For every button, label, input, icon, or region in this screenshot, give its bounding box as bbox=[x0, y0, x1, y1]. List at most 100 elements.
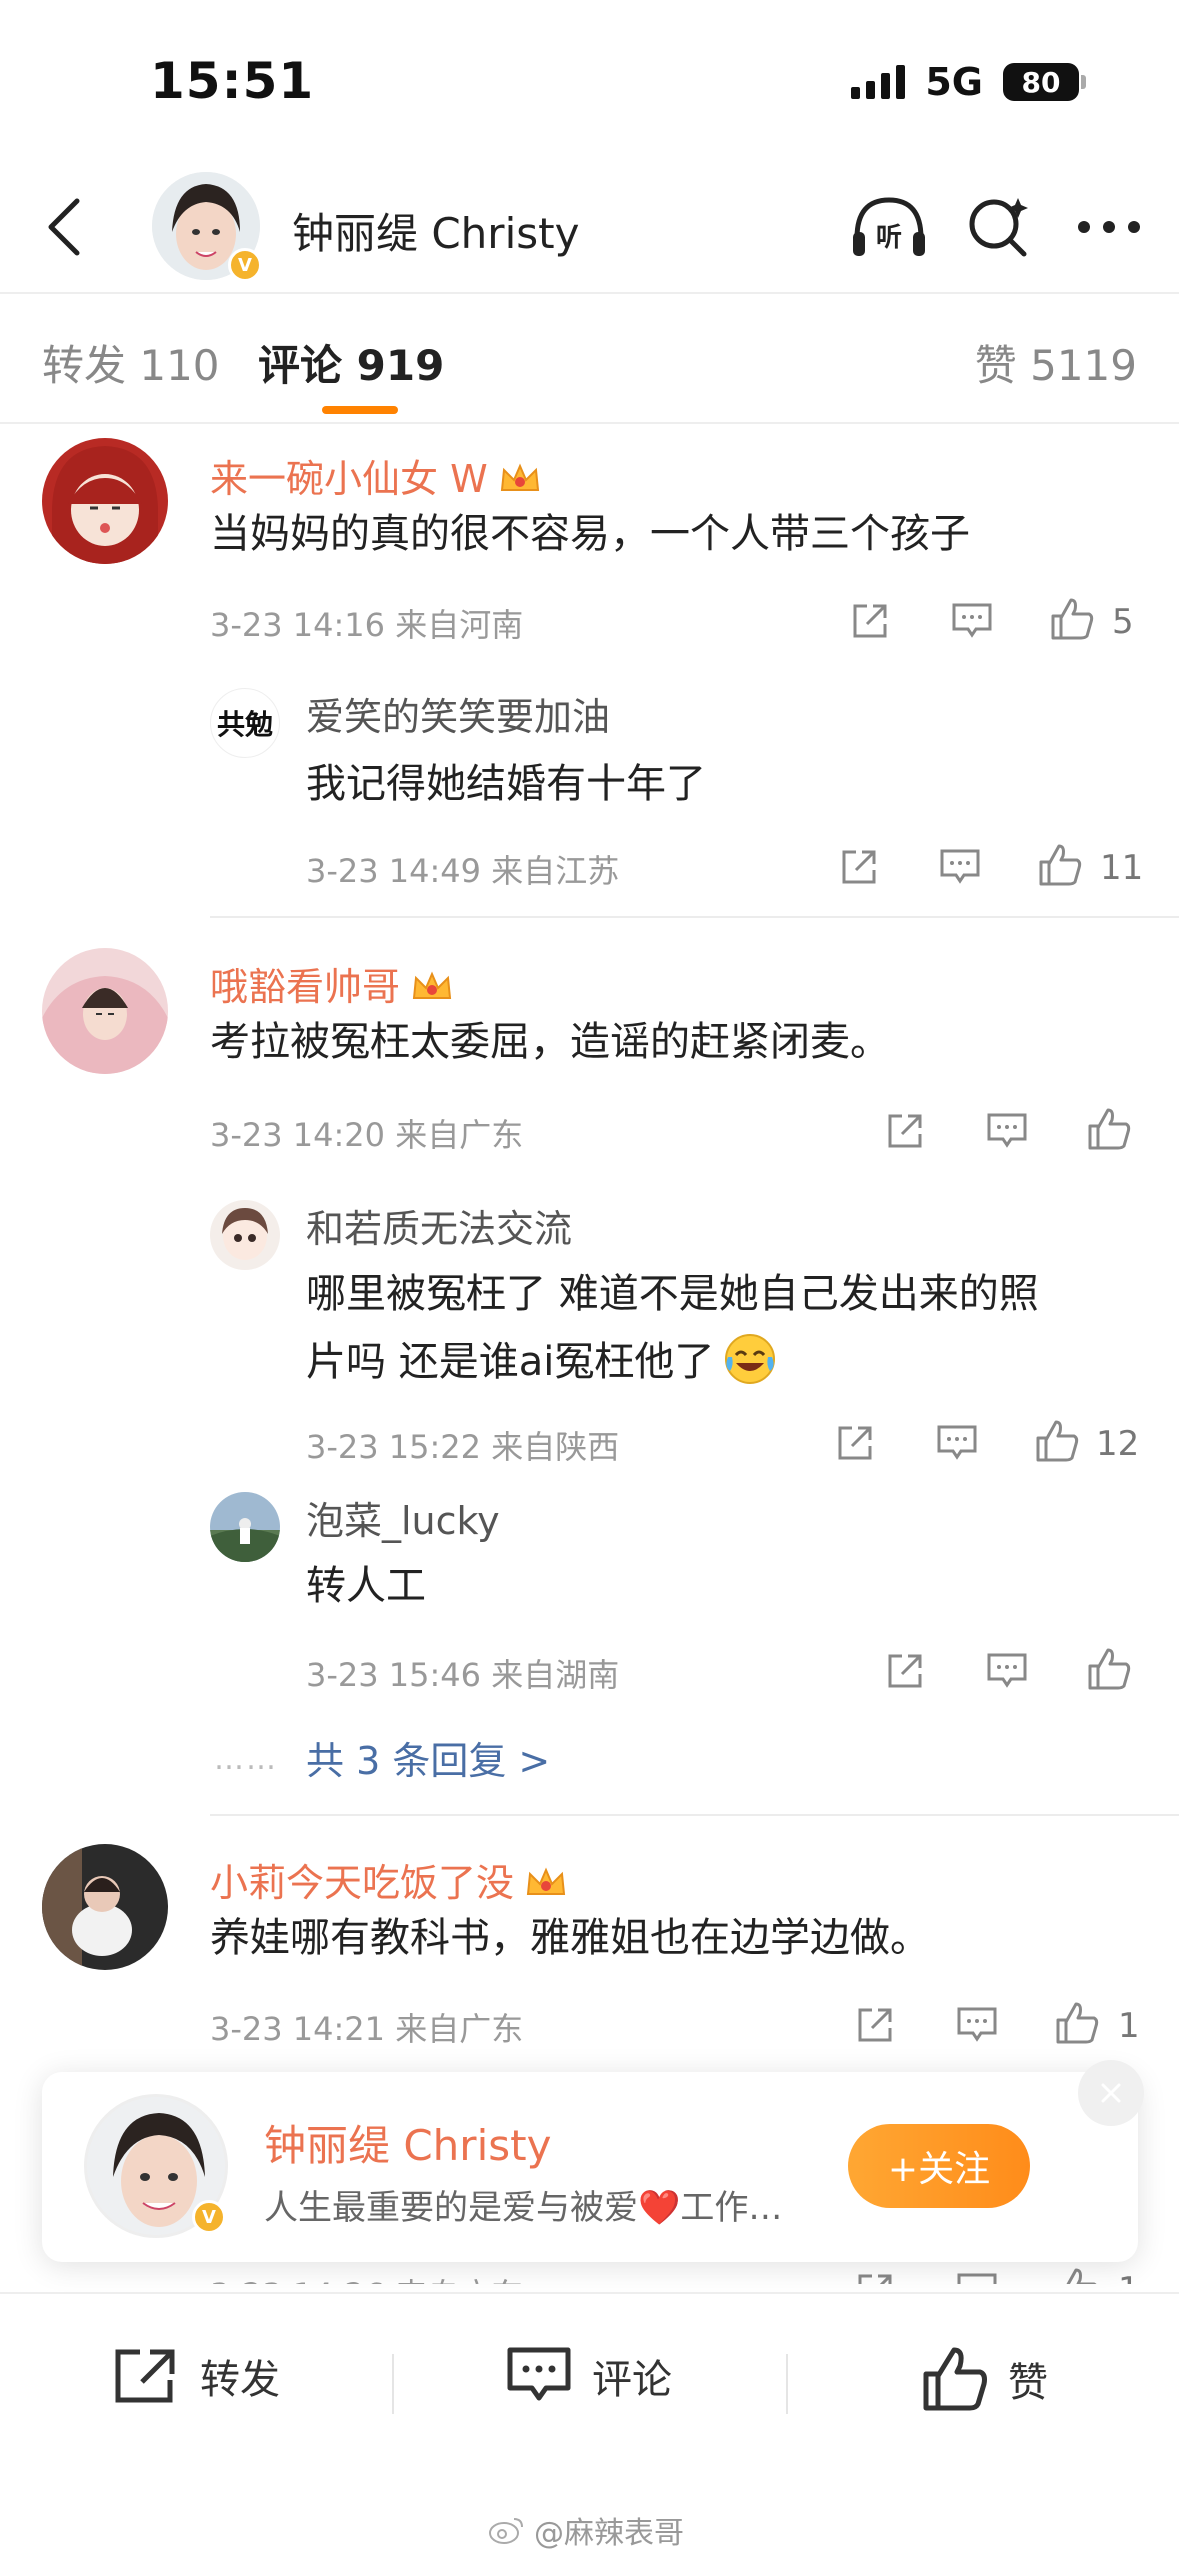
separator bbox=[786, 2354, 788, 2414]
commenter-avatar[interactable] bbox=[42, 1844, 168, 1970]
comment-icon bbox=[940, 849, 980, 884]
reply-button[interactable] bbox=[982, 1646, 1032, 1696]
status-indicators: 5G 80 bbox=[851, 60, 1086, 104]
status-time: 15:51 bbox=[150, 52, 315, 110]
replier-avatar[interactable] bbox=[210, 1200, 280, 1270]
like-label: 赞 bbox=[1008, 2360, 1048, 2406]
like-count: 1 bbox=[1118, 2270, 1140, 2284]
avatar-image bbox=[210, 1492, 280, 1562]
tab-repost[interactable]: 转发 110 bbox=[42, 332, 220, 393]
comment-text: 当妈妈的真的很不容易，一个人带三个孩子 bbox=[210, 511, 970, 557]
replier-avatar[interactable] bbox=[210, 1492, 280, 1562]
follow-card-name[interactable]: 钟丽缇 Christy bbox=[264, 2112, 551, 2173]
comment-icon bbox=[952, 603, 992, 638]
reply-button[interactable] bbox=[932, 1418, 982, 1468]
replier-avatar[interactable]: 共勉 bbox=[210, 688, 280, 758]
commenter-avatar[interactable] bbox=[42, 438, 168, 564]
weibo-logo-icon bbox=[489, 2518, 523, 2544]
follow-card-close-button[interactable] bbox=[1078, 2060, 1144, 2126]
repost-button[interactable] bbox=[880, 1106, 930, 1156]
follow-card-avatar[interactable]: V bbox=[84, 2094, 228, 2238]
like-count: 1 bbox=[1118, 2006, 1140, 2046]
share-icon bbox=[842, 850, 876, 884]
like-button[interactable] bbox=[1035, 840, 1085, 890]
like-count: 5 bbox=[1112, 602, 1134, 642]
avatar-image bbox=[210, 1200, 280, 1270]
author-name[interactable]: 钟丽缇 Christy bbox=[292, 200, 579, 261]
replier-name[interactable]: 爱笑的笑笑要加油 bbox=[306, 686, 610, 741]
like-count: 11 bbox=[1100, 848, 1144, 888]
repost-button[interactable] bbox=[850, 2266, 900, 2284]
avatar-image bbox=[42, 948, 168, 1074]
comment-icon bbox=[957, 2007, 997, 2042]
tab-bar: 转发 110 评论 919 赞 5119 bbox=[0, 296, 1179, 424]
thumbs-up-icon bbox=[1066, 2268, 1097, 2284]
commenter-avatar[interactable] bbox=[42, 948, 168, 1074]
reply-button[interactable] bbox=[935, 842, 985, 892]
repost-button[interactable] bbox=[830, 1418, 880, 1468]
reply-button[interactable] bbox=[947, 596, 997, 646]
repost-button[interactable] bbox=[834, 842, 884, 892]
like-button[interactable] bbox=[1084, 1644, 1134, 1694]
crown-badge-icon bbox=[412, 971, 452, 999]
like-count: 12 bbox=[1096, 1424, 1140, 1464]
like-action[interactable]: 赞 bbox=[922, 2346, 1048, 2412]
watermark-text: @麻辣表哥 bbox=[534, 2516, 684, 2551]
share-icon bbox=[888, 1114, 922, 1148]
commenter-name[interactable]: 哦豁看帅哥 bbox=[210, 956, 454, 1011]
svg-text:听: 听 bbox=[876, 223, 902, 253]
comment-icon bbox=[987, 1653, 1027, 1688]
reply-meta: 3-23 15:46 来自湖南 bbox=[306, 1656, 620, 1694]
close-icon bbox=[1101, 2083, 1121, 2103]
thumbs-up-icon bbox=[1039, 844, 1082, 886]
divider bbox=[210, 916, 1179, 918]
commenter-name[interactable]: 小莉今天吃饭了没 bbox=[210, 1852, 568, 1907]
search-button[interactable] bbox=[959, 190, 1039, 264]
commenter-name[interactable]: 来一碗小仙女 W bbox=[210, 448, 542, 503]
reply-text: 我记得她结婚有十年了 bbox=[306, 761, 706, 807]
comment-list[interactable]: 来一碗小仙女 W 当妈妈的真的很不容易，一个人带三个孩子 3-23 14:16 … bbox=[0, 424, 1179, 2284]
comment-action[interactable]: 评论 bbox=[506, 2346, 672, 2406]
thumbs-up-icon bbox=[923, 2347, 987, 2411]
replier-name[interactable]: 和若质无法交流 bbox=[306, 1198, 572, 1253]
follow-card-bio: 人生最重要的是爱与被爱❤️工作… bbox=[264, 2188, 783, 2228]
listen-button[interactable]: 听 bbox=[849, 190, 929, 264]
like-button[interactable] bbox=[1032, 1416, 1082, 1466]
comment-text: 考拉被冤枉太委屈，造谣的赶紧闭麦。 bbox=[210, 1019, 890, 1065]
like-button[interactable] bbox=[1052, 2264, 1102, 2284]
more-button[interactable] bbox=[1069, 190, 1149, 264]
commenter-name-text: 哦豁看帅哥 bbox=[210, 965, 401, 1009]
headphones-icon: 听 bbox=[853, 197, 925, 256]
repost-button[interactable] bbox=[850, 2000, 900, 2050]
share-icon bbox=[888, 1654, 922, 1688]
author-avatar[interactable]: V bbox=[152, 172, 262, 282]
comment-meta: 3-23 14:16 来自河南 bbox=[210, 606, 524, 644]
repost-action[interactable]: 转发 bbox=[112, 2346, 280, 2406]
like-button[interactable] bbox=[1052, 1998, 1102, 2048]
reply-button[interactable] bbox=[982, 1106, 1032, 1156]
like-button[interactable] bbox=[1047, 594, 1097, 644]
back-button[interactable] bbox=[30, 192, 100, 262]
reply-text-line-1: 哪里被冤枉了 难道不是她自己发出来的照 bbox=[306, 1271, 1039, 1317]
crown-badge-icon bbox=[500, 463, 539, 491]
comment-label: 评论 bbox=[592, 2357, 672, 2403]
back-icon bbox=[48, 198, 80, 256]
reply-button[interactable] bbox=[952, 2000, 1002, 2050]
follow-card[interactable]: V 钟丽缇 Christy 人生最重要的是爱与被爱❤️工作… +关注 bbox=[42, 2072, 1138, 2262]
laugh-cry-emoji-icon bbox=[725, 1334, 776, 1384]
reply-text-line-2-text: 片吗 还是谁ai冤枉他了 bbox=[306, 1339, 715, 1385]
thumbs-up-icon bbox=[1036, 1420, 1079, 1462]
share-icon bbox=[115, 2349, 175, 2403]
reply-meta: 3-23 14:49 来自江苏 bbox=[306, 852, 620, 890]
more-replies-link[interactable]: 共 3 条回复 > bbox=[306, 1730, 550, 1785]
thumbs-up-icon bbox=[1088, 1648, 1131, 1690]
replier-name[interactable]: 泡菜_lucky bbox=[306, 1490, 500, 1545]
like-button[interactable] bbox=[1084, 1104, 1134, 1154]
repost-button[interactable] bbox=[880, 1646, 930, 1696]
more-icon bbox=[1078, 221, 1140, 233]
tab-likes[interactable]: 赞 5119 bbox=[975, 332, 1137, 393]
follow-button[interactable]: +关注 bbox=[848, 2124, 1030, 2208]
tab-comment[interactable]: 评论 919 bbox=[258, 332, 444, 393]
reply-button[interactable] bbox=[952, 2266, 1002, 2284]
repost-button[interactable] bbox=[845, 596, 895, 646]
